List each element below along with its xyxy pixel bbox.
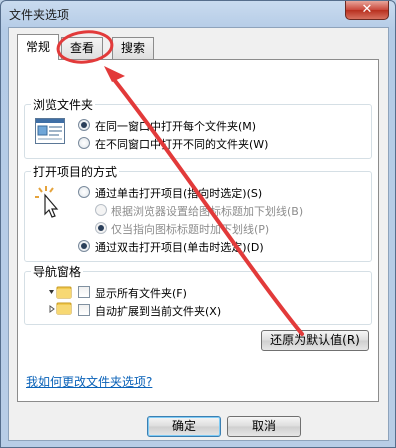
navigation-pane-title: 导航窗格	[31, 263, 84, 280]
window-preview-icon	[35, 118, 65, 147]
folder-options-window: 文件夹选项 ✕ 常规 查看 搜索 浏览文件夹 在同一窗口中打开每个文件夹(M) …	[0, 0, 396, 448]
option-single-click-label[interactable]: 通过单击打开项目(指向时选定)(S)	[95, 185, 262, 201]
cancel-button[interactable]: 取消	[227, 416, 301, 437]
option-different-window-label[interactable]: 在不同窗口中打开不同的文件夹(W)	[95, 136, 268, 152]
option-auto-expand-label[interactable]: 自动扩展到当前文件夹(X)	[95, 303, 221, 319]
click-items-title: 打开项目的方式	[31, 163, 120, 180]
tab-search[interactable]: 搜索	[112, 37, 155, 59]
option-underline-browser-label[interactable]: 根据浏览器设置给图标标题加下划线(B)	[111, 203, 303, 219]
checkbox-auto-expand[interactable]	[78, 304, 90, 316]
title-bar[interactable]: 文件夹选项 ✕	[1, 1, 395, 27]
radio-same-window[interactable]	[78, 119, 90, 131]
option-show-all-folders-label[interactable]: 显示所有文件夹(F)	[95, 285, 187, 301]
radio-underline-hover[interactable]	[95, 222, 107, 234]
browse-folders-title: 浏览文件夹	[31, 96, 96, 113]
pointer-click-icon	[35, 186, 65, 223]
dialog-client-area: 常规 查看 搜索 浏览文件夹 在同一窗口中打开每个文件夹(M) 在不同窗口中打开…	[8, 27, 389, 441]
radio-double-click[interactable]	[78, 240, 90, 252]
folder-tree-icon	[49, 286, 79, 323]
radio-single-click[interactable]	[78, 186, 90, 198]
tab-general[interactable]: 常规	[17, 34, 60, 60]
navigation-pane-group: 导航窗格 显示所有文件夹(F) 自动扩展到当前文件夹(X)	[24, 263, 372, 325]
tab-view[interactable]: 查看	[61, 37, 104, 59]
close-button[interactable]: ✕	[345, 1, 389, 20]
help-link[interactable]: 我如何更改文件夹选项?	[26, 373, 152, 390]
option-double-click-label[interactable]: 通过双击打开项目(单击时选定)(D)	[95, 239, 264, 255]
checkbox-show-all-folders[interactable]	[78, 286, 90, 298]
option-underline-hover-label[interactable]: 仅当指向图标标题时加下划线(P)	[111, 221, 269, 237]
window-title: 文件夹选项	[9, 8, 70, 22]
radio-underline-browser[interactable]	[95, 204, 107, 216]
ok-button[interactable]: 确定	[147, 416, 221, 437]
radio-different-window[interactable]	[78, 137, 90, 149]
option-same-window-label[interactable]: 在同一窗口中打开每个文件夹(M)	[95, 118, 256, 134]
general-tab-panel: 浏览文件夹 在同一窗口中打开每个文件夹(M) 在不同窗口中打开不同的文件夹(W)…	[17, 59, 379, 402]
restore-defaults-button[interactable]: 还原为默认值(R)	[261, 330, 369, 351]
browse-folders-group: 浏览文件夹 在同一窗口中打开每个文件夹(M) 在不同窗口中打开不同的文件夹(W)	[24, 96, 372, 159]
click-items-group: 打开项目的方式 通过单击打开项目(指向时选定)(S) 根据浏览器设置给图标标题加…	[24, 163, 372, 262]
